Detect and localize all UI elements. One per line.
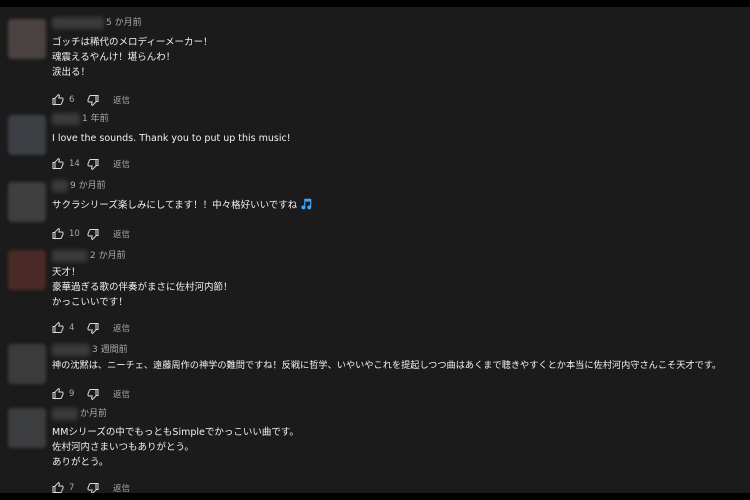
thumbs-down-icon[interactable] (87, 228, 99, 240)
reply-button[interactable]: 返信 (113, 228, 130, 240)
bottom-border (0, 493, 750, 500)
avatar[interactable] (8, 182, 46, 222)
thumbs-up-icon[interactable] (52, 94, 64, 106)
reply-button[interactable]: 返信 (113, 322, 130, 334)
thumbs-up-icon[interactable] (52, 158, 64, 170)
like-count: 10 (69, 229, 80, 239)
comment-timestamp[interactable]: 1 年前 (82, 113, 109, 125)
comment-text: MMシリーズの中でもっともSimpleでかっこいい曲です。 佐村河内さまいつもあ… (52, 425, 299, 470)
comment-line: 魂震えるやんけ！堪らんわ！ (52, 52, 176, 63)
thumbs-down-icon[interactable] (87, 388, 99, 400)
avatar[interactable] (8, 344, 46, 384)
avatar[interactable] (8, 408, 46, 448)
comment-actions: 10 返信 (52, 228, 130, 240)
comment-actions: 14 返信 (52, 158, 130, 170)
comment-timestamp[interactable]: 2 か月前 (90, 250, 126, 262)
comment-line: かっこいいです！ (52, 297, 128, 308)
thumbs-up-icon[interactable] (52, 322, 64, 334)
reply-button[interactable]: 返信 (113, 94, 130, 106)
comment-timestamp[interactable]: 5 か月前 (106, 17, 142, 29)
like-count: 4 (69, 323, 75, 333)
comment-line: 涙出る！ (52, 67, 91, 78)
author-name-blurred[interactable] (52, 344, 90, 356)
avatar[interactable] (8, 250, 46, 290)
like-count: 6 (69, 95, 75, 105)
thumbs-up-icon[interactable] (52, 228, 64, 240)
comment-line: 神の沈黙は、ニーチェ、遠藤周作の神学の難問ですね！反戦に哲学、いやいやこれを提起… (52, 360, 722, 371)
comment-line: MMシリーズの中でもっともSimpleでかっこいい曲です。 (52, 427, 299, 438)
comment-text: ゴッチは稀代のメロディーメーカー！ 魂震えるやんけ！堪らんわ！ 涙出る！ (52, 35, 212, 80)
like-count: 14 (69, 159, 80, 169)
comment-actions: 4 返信 (52, 322, 130, 334)
comment-text: 神の沈黙は、ニーチェ、遠藤周作の神学の難問ですね！反戦に哲学、いやいやこれを提起… (52, 358, 721, 373)
author-name-blurred[interactable] (52, 180, 68, 192)
comment-timestamp[interactable]: 9 か月前 (70, 180, 106, 192)
comment-timestamp[interactable]: 3 週間前 (92, 344, 128, 356)
reply-button[interactable]: 返信 (113, 158, 130, 170)
comment-line: サクラシリーズ楽しみにしてます！！中々格好いいですね (52, 197, 313, 212)
comment-line: 豪華過ぎる歌の伴奏がまさに佐村河内節！ (52, 282, 233, 293)
author-name-blurred[interactable] (52, 113, 80, 125)
comment-line: ゴッチは稀代のメロディーメーカー！ (52, 37, 213, 48)
avatar[interactable] (8, 19, 46, 59)
reply-button[interactable]: 返信 (113, 388, 130, 400)
comment-actions: 9 返信 (52, 388, 130, 400)
comment-line: I love the sounds. Thank you to put up t… (52, 133, 291, 144)
author-name-blurred[interactable] (52, 408, 78, 420)
author-name-blurred[interactable] (52, 17, 104, 29)
comments-panel: 5 か月前 ゴッチは稀代のメロディーメーカー！ 魂震えるやんけ！堪らんわ！ 涙出… (0, 7, 750, 494)
comment-text: I love the sounds. Thank you to put up t… (52, 131, 291, 146)
thumbs-down-icon[interactable] (87, 158, 99, 170)
top-border (0, 0, 750, 7)
comment-line: 天才！ (52, 267, 81, 278)
author-name-blurred[interactable] (52, 250, 88, 262)
thumbs-down-icon[interactable] (87, 94, 99, 106)
musical-note-icon (299, 197, 313, 211)
comment-timestamp[interactable]: か月前 (80, 408, 107, 420)
comment-line-text: サクラシリーズ楽しみにしてます！！中々格好いいですね (52, 200, 298, 211)
comment-text: サクラシリーズ楽しみにしてます！！中々格好いいですね (52, 197, 313, 212)
comment-actions: 6 返信 (52, 94, 130, 106)
avatar[interactable] (8, 115, 46, 155)
thumbs-up-icon[interactable] (52, 388, 64, 400)
thumbs-down-icon[interactable] (87, 322, 99, 334)
comment-line: 佐村河内さまいつもありがとう。 (52, 442, 194, 453)
comment-text: 天才！ 豪華過ぎる歌の伴奏がまさに佐村河内節！ かっこいいです！ (52, 265, 233, 310)
like-count: 7 (69, 483, 75, 493)
like-count: 9 (69, 389, 75, 399)
comment-line: ありがとう。 (52, 457, 109, 468)
